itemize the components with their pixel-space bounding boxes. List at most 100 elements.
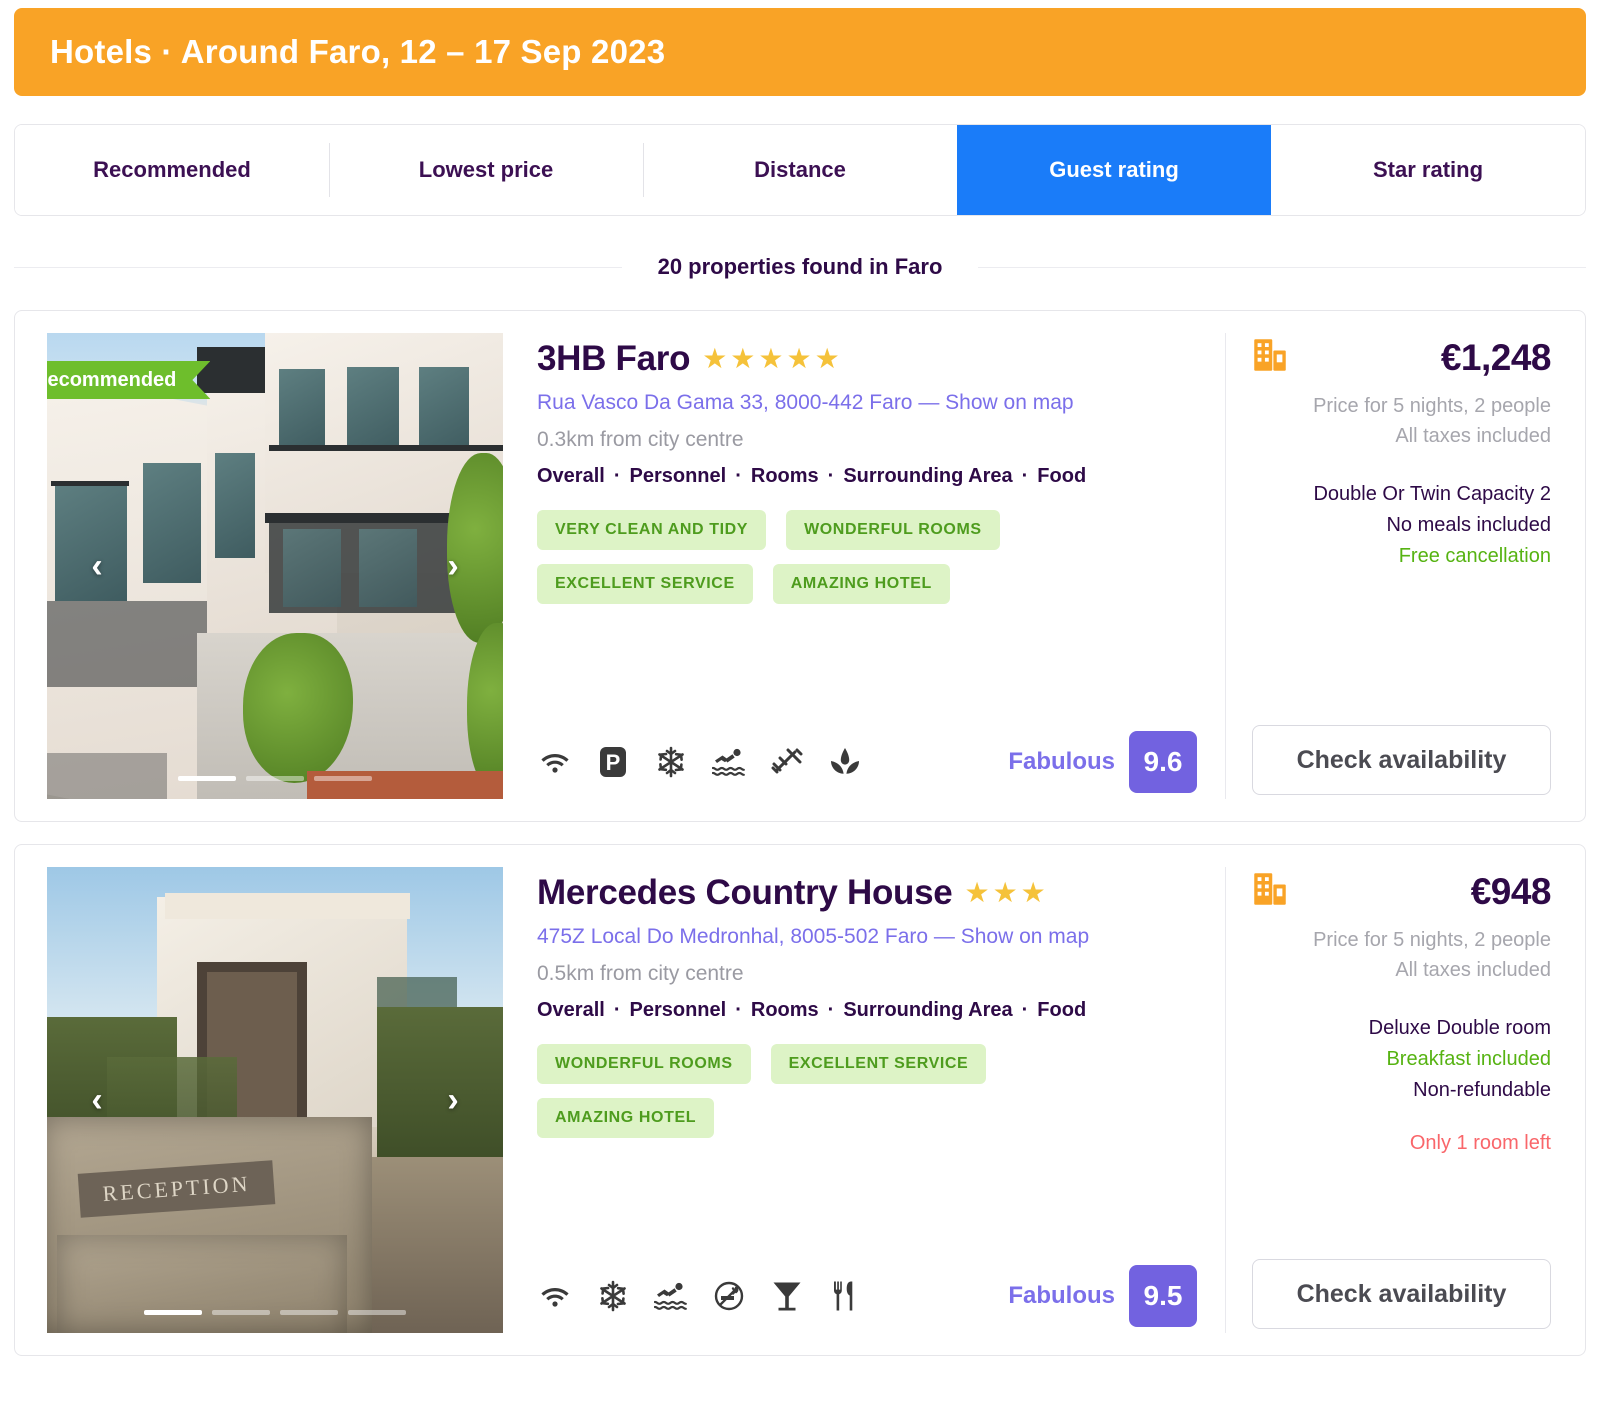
criteria-separator: · — [827, 999, 835, 1021]
criteria-overall[interactable]: Overall — [537, 999, 605, 1022]
hotel-info: 3HB Faro ★ ★ ★ ★ ★ Rua Vasco Da Gama 33,… — [503, 333, 1225, 799]
restaurant-icon — [827, 1278, 863, 1314]
price-column: €1,248 Price for 5 nights, 2 people All … — [1225, 333, 1585, 799]
hotel-building-icon — [1252, 871, 1288, 912]
carousel-dot[interactable] — [212, 1310, 270, 1315]
criteria-personnel[interactable]: Personnel — [630, 465, 727, 488]
hotel-image-carousel[interactable]: RECEPTION ‹ › — [47, 867, 503, 1333]
sort-tab-bar: Recommended Lowest price Distance Guest … — [14, 124, 1586, 216]
carousel-prev-icon[interactable]: ‹ — [75, 544, 119, 588]
amenity-row: Fabulous 9.5 — [537, 1265, 1197, 1327]
review-tag: EXCELLENT SERVICE — [770, 1044, 987, 1084]
guest-rating-block[interactable]: Fabulous 9.6 — [1008, 731, 1197, 793]
svg-text:P: P — [606, 750, 621, 775]
cancellation-policy: Non-refundable — [1413, 1079, 1551, 1101]
criteria-overall[interactable]: Overall — [537, 465, 605, 488]
page-header: Hotels · Around Faro, 12 – 17 Sep 2023 — [14, 8, 1586, 96]
guest-rating-block[interactable]: Fabulous 9.5 — [1008, 1265, 1197, 1327]
hotel-image-carousel[interactable]: Recommended ‹ › — [47, 333, 503, 799]
air-conditioning-icon — [653, 744, 689, 780]
hotel-name[interactable]: 3HB Faro — [537, 339, 690, 379]
review-tag-list: WONDERFUL ROOMS EXCELLENT SERVICE AMAZIN… — [537, 1044, 1077, 1138]
no-smoking-icon — [711, 1278, 747, 1314]
page-title: Hotels · Around Faro, 12 – 17 Sep 2023 — [50, 33, 666, 70]
availability-warning: Only 1 room left — [1409, 1132, 1551, 1154]
hotel-search-results-page: Hotels · Around Faro, 12 – 17 Sep 2023 R… — [0, 8, 1600, 1407]
criteria-separator: · — [613, 999, 621, 1021]
results-count-strip: 20 properties found in Faro — [14, 246, 1586, 288]
price-column: €948 Price for 5 nights, 2 people All ta… — [1225, 867, 1585, 1333]
review-tag: VERY CLEAN AND TIDY — [537, 510, 767, 550]
hotel-address-link[interactable]: 475Z Local Do Medronhal, 8005-502 Faro —… — [537, 925, 1197, 949]
amenity-icons: P — [537, 744, 863, 780]
amenity-row: P Fabulous 9.6 — [537, 731, 1197, 793]
carousel-prev-icon[interactable]: ‹ — [75, 1078, 119, 1122]
carousel-dot[interactable] — [348, 1310, 406, 1315]
tab-distance[interactable]: Distance — [643, 125, 957, 215]
review-tag: AMAZING HOTEL — [537, 1098, 715, 1138]
criteria-separator: · — [827, 465, 835, 487]
rating-score-badge: 9.5 — [1129, 1265, 1197, 1327]
carousel-next-icon[interactable]: › — [431, 544, 475, 588]
price-amount: €948 — [1470, 871, 1552, 912]
criteria-surrounding-area[interactable]: Surrounding Area — [843, 465, 1012, 488]
meal-plan: Breakfast included — [1386, 1048, 1551, 1070]
spa-icon — [827, 744, 863, 780]
meal-plan: No meals included — [1386, 514, 1551, 536]
divider-right — [978, 266, 1586, 268]
review-criteria-row: Overall · Personnel · Rooms · Surroundin… — [537, 999, 1197, 1022]
tab-lowest-price[interactable]: Lowest price — [329, 125, 643, 215]
room-type: Deluxe Double room — [1368, 1017, 1551, 1039]
hotel-name[interactable]: Mercedes Country House — [537, 873, 953, 913]
room-type: Double Or Twin Capacity 2 — [1313, 483, 1551, 505]
wifi-icon — [537, 1278, 573, 1314]
tab-star-rating[interactable]: Star rating — [1271, 125, 1585, 215]
review-criteria-row: Overall · Personnel · Rooms · Surroundin… — [537, 465, 1197, 488]
hotel-title-row: Mercedes Country House ★ ★ ★ — [537, 873, 1197, 913]
review-tag-list: VERY CLEAN AND TIDY WONDERFUL ROOMS EXCE… — [537, 510, 1077, 604]
carousel-indicators — [47, 1310, 503, 1315]
star-icon: ★ — [702, 343, 728, 374]
hotel-title-row: 3HB Faro ★ ★ ★ ★ ★ — [537, 339, 1197, 379]
hotel-card[interactable]: Recommended ‹ › 3HB Faro ★ ★ ★ ★ ★ Rua V… — [14, 310, 1586, 822]
criteria-rooms[interactable]: Rooms — [751, 999, 819, 1022]
air-conditioning-icon — [595, 1278, 631, 1314]
wifi-icon — [537, 744, 573, 780]
hotel-card[interactable]: RECEPTION ‹ › Mercedes Country House ★ ★… — [14, 844, 1586, 1356]
hotel-address-link[interactable]: Rua Vasco Da Gama 33, 8000-442 Faro — Sh… — [537, 391, 1197, 415]
star-rating-icons: ★ ★ ★ ★ ★ — [702, 345, 840, 373]
star-icon: ★ — [964, 877, 990, 908]
tab-recommended[interactable]: Recommended — [15, 125, 329, 215]
criteria-surrounding-area[interactable]: Surrounding Area — [843, 999, 1012, 1022]
price-note: Price for 5 nights, 2 people All taxes i… — [1252, 391, 1551, 451]
star-rating-icons: ★ ★ ★ — [964, 879, 1045, 907]
bar-icon — [769, 1278, 805, 1314]
gym-icon — [769, 744, 805, 780]
star-icon: ★ — [730, 343, 756, 374]
carousel-next-icon[interactable]: › — [431, 1078, 475, 1122]
star-icon: ★ — [814, 343, 840, 374]
tab-guest-rating[interactable]: Guest rating — [957, 125, 1271, 215]
criteria-food[interactable]: Food — [1037, 465, 1086, 488]
swimming-pool-icon — [711, 744, 747, 780]
carousel-dot[interactable] — [280, 1310, 338, 1315]
star-icon: ★ — [992, 877, 1018, 908]
criteria-personnel[interactable]: Personnel — [630, 999, 727, 1022]
carousel-dot[interactable] — [178, 776, 236, 781]
carousel-dot[interactable] — [144, 1310, 202, 1315]
criteria-separator: · — [613, 465, 621, 487]
criteria-food[interactable]: Food — [1037, 999, 1086, 1022]
star-icon: ★ — [786, 343, 812, 374]
price-note-line-1: Price for 5 nights, 2 people — [1313, 929, 1551, 951]
hotel-building-icon — [1252, 337, 1288, 378]
star-icon: ★ — [1020, 877, 1046, 908]
carousel-dot[interactable] — [246, 776, 304, 781]
parking-icon: P — [595, 744, 631, 780]
check-availability-button[interactable]: Check availability — [1252, 725, 1551, 795]
review-tag: EXCELLENT SERVICE — [537, 564, 753, 604]
carousel-dot[interactable] — [314, 776, 372, 781]
price-note-line-2: All taxes included — [1395, 959, 1551, 981]
check-availability-button[interactable]: Check availability — [1252, 1259, 1551, 1329]
criteria-rooms[interactable]: Rooms — [751, 465, 819, 488]
hotel-info: Mercedes Country House ★ ★ ★ 475Z Local … — [503, 867, 1225, 1333]
